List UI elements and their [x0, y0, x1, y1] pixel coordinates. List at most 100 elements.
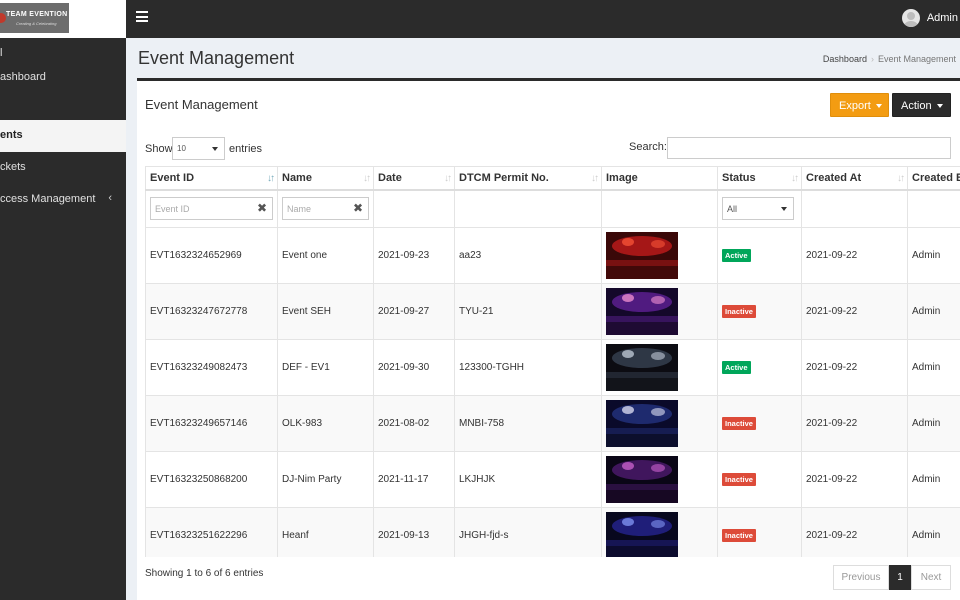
clear-icon[interactable]: ✖ — [353, 201, 363, 215]
status-cell: Inactive — [717, 451, 802, 508]
created-at-cell: 2021-09-22 — [801, 227, 908, 284]
event-id-cell: EVT16323249082473 — [145, 339, 278, 396]
column-label: Name — [282, 171, 312, 184]
table-row[interactable]: EVT16323247672778 Event SEH 2021-09-27 TYU-… — [145, 283, 960, 340]
column-header-name[interactable]: Name ↓↑ — [277, 166, 374, 191]
event-thumbnail-image[interactable] — [606, 400, 678, 447]
event-thumbnail-image[interactable] — [606, 232, 678, 279]
permit-cell: LKJHJK — [454, 451, 602, 508]
permit-cell: 123300-TGHH — [454, 339, 602, 396]
table-row[interactable]: EVT16323249082473 DEF - EV1 2021-09-30 1233… — [145, 339, 960, 396]
brand-logo[interactable]: TEAM EVENTION Creating & Celebrating — [0, 3, 69, 33]
column-header-event-id[interactable]: Event ID ↓↑ — [145, 166, 278, 191]
column-header-created-by[interactable]: Created B — [907, 166, 960, 191]
caret-down-icon — [875, 104, 882, 109]
column-label: Event ID — [150, 171, 195, 184]
status-cell: Active — [717, 227, 802, 284]
column-label: Created At — [806, 171, 862, 184]
sort-icon: ↓↑ — [363, 173, 371, 184]
permit-cell: TYU-21 — [454, 283, 602, 340]
breadcrumb-separator: › — [870, 54, 874, 64]
previous-page-button[interactable]: Previous — [833, 565, 889, 590]
status-filter-select[interactable]: All — [722, 197, 794, 221]
column-label: Image — [606, 171, 638, 184]
status-filter-value: All — [727, 204, 738, 215]
hamburger-icon[interactable] — [136, 11, 148, 25]
export-button[interactable]: Export — [830, 93, 889, 117]
page-1-button[interactable]: 1 — [889, 565, 911, 590]
event-thumbnail-image[interactable] — [606, 512, 678, 557]
event-id-filter-input[interactable]: Event ID ✖ — [150, 197, 273, 221]
sidebar-item-label: ashboard — [0, 71, 46, 83]
column-header-image: Image — [601, 166, 718, 191]
filter-placeholder: Event ID — [155, 204, 190, 215]
show-label: Show — [145, 143, 173, 155]
event-name-cell: Event one — [277, 227, 374, 284]
filter-placeholder: Name — [287, 204, 312, 215]
action-button[interactable]: Action — [892, 93, 951, 117]
user-menu[interactable]: Admin — [880, 8, 960, 28]
column-header-status[interactable]: Status ↓↑ — [717, 166, 802, 191]
breadcrumb-dashboard[interactable]: Dashboard — [823, 54, 867, 64]
sidebar-item-events[interactable]: ents — [0, 120, 126, 152]
permit-cell: JHGH-fjd-s — [454, 507, 602, 557]
image-cell — [601, 283, 718, 340]
next-page-button[interactable]: Next — [911, 565, 951, 590]
created-by-cell: Admin — [907, 227, 960, 284]
status-cell: Inactive — [717, 283, 802, 340]
event-thumbnail-image[interactable] — [606, 344, 678, 391]
event-name-cell: OLK-983 — [277, 395, 374, 452]
event-date-cell: 2021-09-23 — [373, 227, 455, 284]
table-row[interactable]: EVT16323251622296 Heanf 2021-09-13 JHGH-fjd… — [145, 507, 960, 557]
sort-icon: ↓↑ — [267, 173, 275, 184]
table-row[interactable]: EVT1632324652969 Event one 2021-09-23 aa23 A… — [145, 227, 960, 284]
status-cell: Inactive — [717, 395, 802, 452]
chevron-left-icon: ‹ — [108, 192, 112, 204]
table-row[interactable]: EVT16323250868200 DJ-Nim Party 2021-11-17 L… — [145, 451, 960, 508]
box-title: Event Management — [145, 97, 258, 112]
event-name-cell: Event SEH — [277, 283, 374, 340]
column-header-permit[interactable]: DTCM Permit No. ↓↑ — [454, 166, 602, 191]
filter-cell — [907, 189, 960, 228]
image-cell — [601, 395, 718, 452]
event-thumbnail-image[interactable] — [606, 456, 678, 503]
user-avatar-icon — [902, 9, 920, 27]
filter-cell: All — [717, 189, 802, 228]
event-name-cell: DJ-Nim Party — [277, 451, 374, 508]
column-header-created-at[interactable]: Created At ↓↑ — [801, 166, 908, 191]
sidebar-item-dashboard[interactable]: ashboard — [0, 62, 126, 94]
status-cell: Active — [717, 339, 802, 396]
sidebar-item-access-management[interactable]: ccess Management ‹ — [0, 184, 126, 216]
event-date-cell: 2021-09-13 — [373, 507, 455, 557]
sidebar: TEAM EVENTION Creating & Celebrating l a… — [0, 0, 126, 600]
logo-area: TEAM EVENTION Creating & Celebrating — [0, 0, 126, 38]
brand-name: TEAM EVENTION — [6, 11, 68, 18]
entries-select-value: 10 — [177, 144, 186, 153]
name-filter-input[interactable]: Name ✖ — [282, 197, 369, 221]
caret-down-icon — [212, 147, 218, 151]
event-date-cell: 2021-09-27 — [373, 283, 455, 340]
image-cell — [601, 339, 718, 396]
status-badge: Inactive — [722, 473, 756, 486]
event-id-cell: EVT16323249657146 — [145, 395, 278, 452]
column-header-date[interactable]: Date ↓↑ — [373, 166, 455, 191]
filter-cell — [801, 189, 908, 228]
sidebar-item-label: ccess Management — [0, 193, 96, 205]
table-row[interactable]: EVT16323249657146 OLK-983 2021-08-02 MNBI-7… — [145, 395, 960, 452]
sort-icon: ↓↑ — [444, 173, 452, 184]
events-table-wrapper: Event ID ↓↑ Name ↓↑ Date ↓↑ DTCM Permit No.… — [145, 166, 960, 557]
caret-down-icon — [781, 207, 787, 212]
clear-icon[interactable]: ✖ — [257, 201, 267, 215]
sidebar-item-tickets[interactable]: ckets — [0, 152, 126, 184]
event-date-cell: 2021-11-17 — [373, 451, 455, 508]
created-by-cell: Admin — [907, 283, 960, 340]
event-thumbnail-image[interactable] — [606, 288, 678, 335]
search-input[interactable] — [667, 137, 951, 159]
column-label: DTCM Permit No. — [459, 171, 549, 184]
created-at-cell: 2021-09-22 — [801, 283, 908, 340]
sort-icon: ↓↑ — [591, 173, 599, 184]
column-label: Status — [722, 171, 756, 184]
event-name-cell: Heanf — [277, 507, 374, 557]
entries-select[interactable]: 10 — [172, 137, 225, 160]
column-label: Created B — [912, 171, 960, 184]
